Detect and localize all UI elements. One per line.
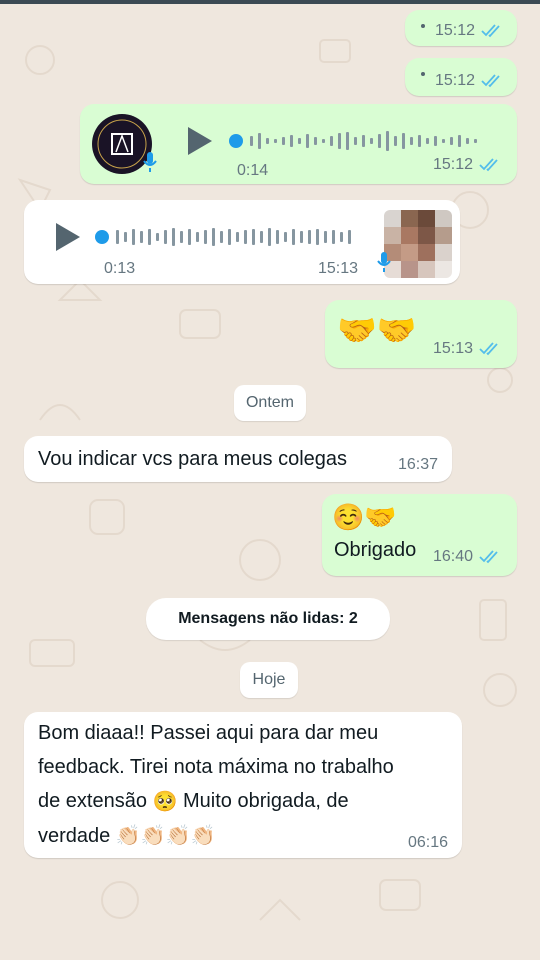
pleading-face-emoji: 🥺 xyxy=(152,790,178,813)
outgoing-media-message[interactable]: 15:12 xyxy=(405,58,517,96)
unread-messages-separator: Mensagens não lidas: 2 xyxy=(146,598,390,640)
microphone-icon xyxy=(377,252,391,272)
message-line: verdade 👏🏻👏🏻👏🏻👏🏻 xyxy=(38,819,458,854)
message-time: 06:16 xyxy=(407,834,448,851)
audio-waveform[interactable] xyxy=(94,224,364,250)
incoming-text-message[interactable]: Vou indicar vcs para meus colegas 16:37 xyxy=(24,436,452,482)
message-fragment: Muito obrigada, de xyxy=(183,790,349,812)
message-text: Vou indicar vcs para meus colegas xyxy=(38,448,348,470)
message-fragment: de extensão xyxy=(38,790,147,812)
emoji-content: ☺️🤝 xyxy=(332,502,397,532)
emoji-content: 🤝🤝 xyxy=(337,312,417,348)
message-fragment: verdade xyxy=(38,824,111,847)
clapping-hands-emoji: 👏🏻👏🏻👏🏻👏🏻 xyxy=(115,825,216,848)
outgoing-voice-message[interactable]: 0:14 15:12 xyxy=(80,104,517,184)
double-check-icon xyxy=(479,550,498,564)
message-line: de extensão 🥺 Muito obrigada, de xyxy=(38,784,458,819)
double-check-icon xyxy=(481,74,500,88)
double-check-icon xyxy=(479,158,498,172)
microphone-icon xyxy=(143,152,157,172)
avatar xyxy=(384,210,452,278)
media-dot xyxy=(421,72,425,76)
double-check-icon xyxy=(479,342,498,356)
outgoing-media-message[interactable]: 15:12 xyxy=(405,10,517,46)
conversation[interactable]: 15:12 15:12 0:14 15:12 0:13 15:13 🤝🤝 15:… xyxy=(0,0,540,960)
message-time: 16:37 xyxy=(397,456,438,473)
voice-duration: 0:13 xyxy=(104,260,136,277)
incoming-voice-message[interactable]: 0:13 15:13 xyxy=(24,200,460,284)
double-check-icon xyxy=(481,24,500,38)
outgoing-text-message[interactable]: ☺️🤝 Obrigado 16:40 xyxy=(322,494,517,576)
message-text: Obrigado xyxy=(334,539,417,561)
date-separator: Ontem xyxy=(234,385,306,421)
media-dot xyxy=(421,24,425,28)
outgoing-emoji-message[interactable]: 🤝🤝 15:13 xyxy=(325,300,517,368)
message-time: 15:12 xyxy=(432,156,473,173)
audio-waveform[interactable] xyxy=(228,128,508,154)
message-line: Bom diaaa!! Passei aqui para dar meu xyxy=(38,722,379,744)
play-icon[interactable] xyxy=(52,220,82,254)
message-time: 15:13 xyxy=(318,260,359,277)
message-time: 15:12 xyxy=(434,72,475,89)
play-icon[interactable] xyxy=(184,124,214,158)
message-line: feedback. Tirei nota máxima no trabalho xyxy=(38,756,394,778)
message-time: 16:40 xyxy=(432,548,473,565)
date-separator: Hoje xyxy=(240,662,298,698)
message-text: Bom diaaa!! Passei aqui para dar meu fee… xyxy=(38,716,458,853)
message-time: 15:13 xyxy=(432,340,473,357)
incoming-text-message[interactable]: Bom diaaa!! Passei aqui para dar meu fee… xyxy=(24,712,462,858)
message-time: 15:12 xyxy=(434,22,475,39)
pixelated-photo-icon xyxy=(384,210,452,278)
voice-duration: 0:14 xyxy=(237,162,269,179)
